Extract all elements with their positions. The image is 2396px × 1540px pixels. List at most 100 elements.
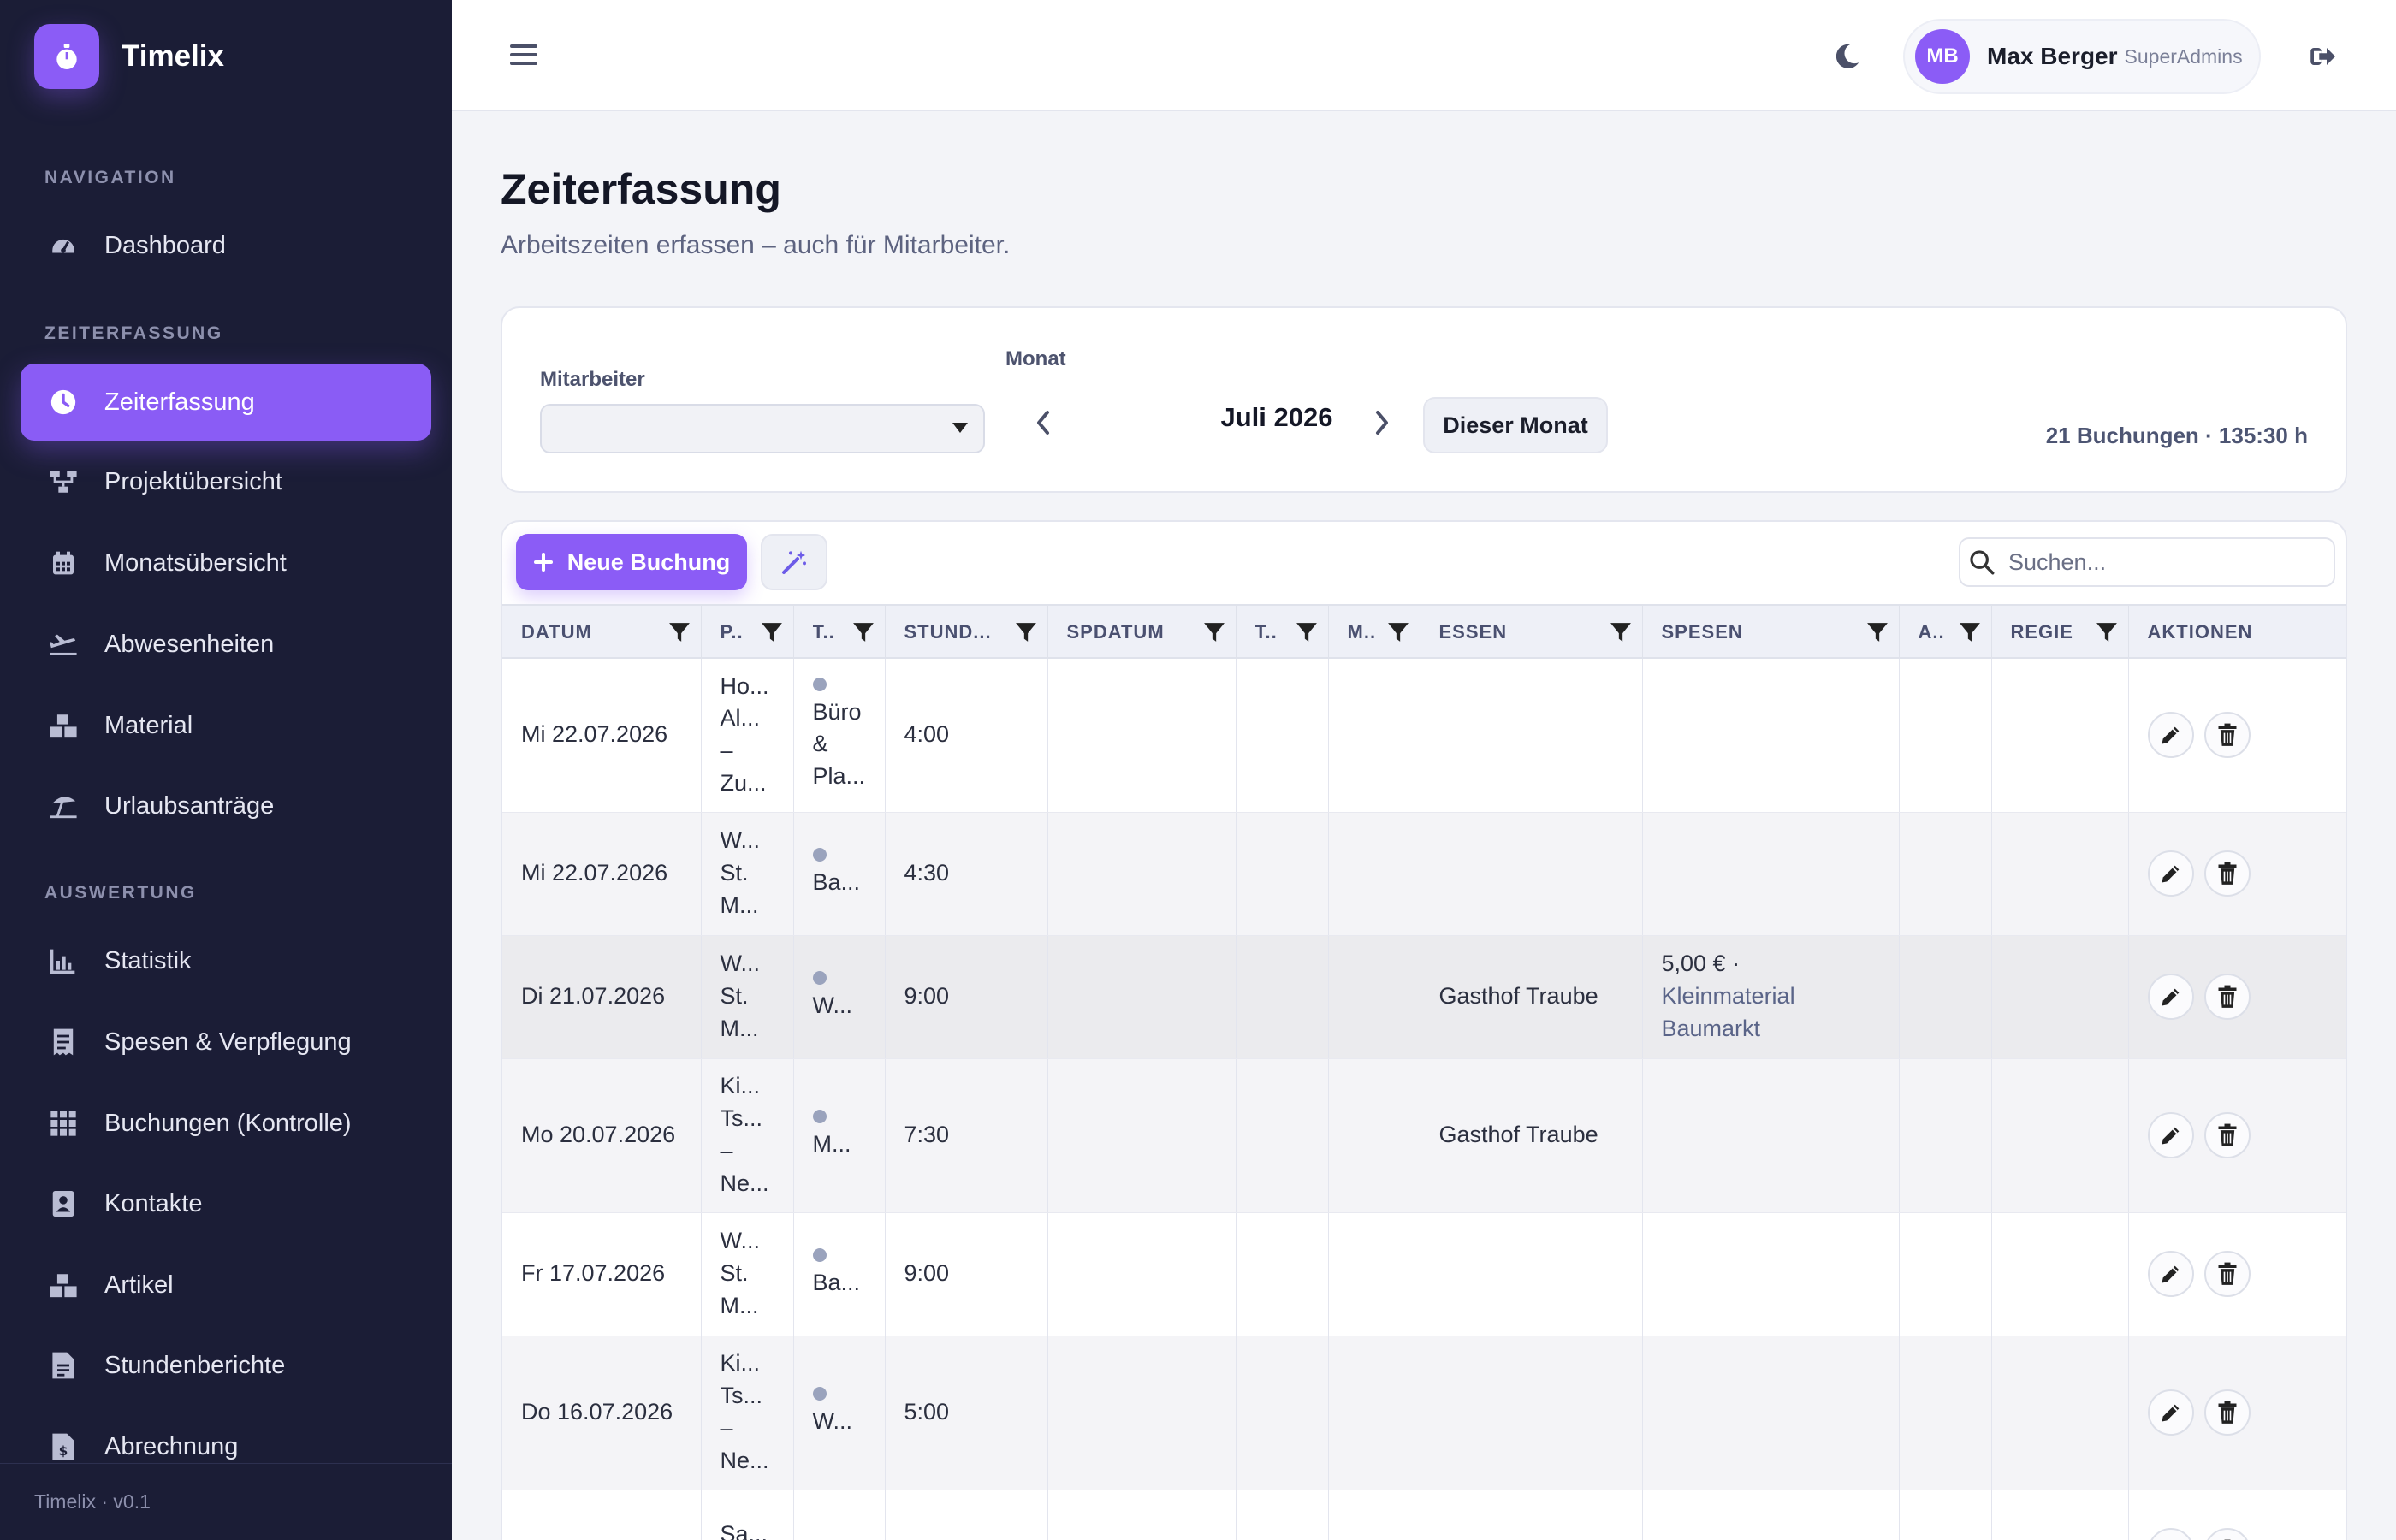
magic-wand-button[interactable] [761,534,827,590]
chevron-right-icon[interactable] [1365,404,1399,441]
date-text: Mo 20.07.2026 [521,1122,676,1148]
project-text: Ts... [720,1105,763,1132]
sidebar-item-stundenberichte[interactable]: Stundenberichte [21,1327,431,1404]
sidebar-item-projektuebersicht[interactable]: Projektübersicht [21,443,431,520]
table-row[interactable]: Do 16.07.2026Sa...F... 4:00 [502,1490,2346,1540]
expense-description: Kleinmaterial [1661,983,1795,1010]
filter-icon[interactable] [1296,621,1318,649]
brand[interactable]: Timelix [34,24,224,89]
column-header[interactable]: ESSEN [1420,604,1643,659]
cell-essen [1420,658,1643,813]
plane-icon [48,629,79,660]
cell-spesen [1642,1336,1900,1490]
cell-projekt: W... St. M... [701,1212,794,1336]
column-header[interactable]: A.. [1899,604,1992,659]
filter-icon[interactable] [2096,621,2118,649]
project-text: St. [720,983,749,1010]
user-menu[interactable]: MB Max Berger SuperAdmins [1903,19,2261,94]
sidebar-item-material[interactable]: Material [21,687,431,764]
topbar: MB Max Berger SuperAdmins [452,0,2396,111]
cell-a [1899,1336,1992,1490]
cell-datum: Fr 17.07.2026 [502,1212,702,1336]
delete-button[interactable] [2203,850,2251,897]
delete-button[interactable] [2203,974,2251,1020]
cell-stunden: 4:30 [885,812,1048,936]
sidebar-item-spesen[interactable]: Spesen & Verpflegung [21,1004,431,1081]
table-row[interactable]: Di 21.07.2026 W... St. M... W... 9:00 Gasthof … [502,935,2346,1059]
filter-icon[interactable] [1015,621,1037,649]
edit-button[interactable] [2147,850,2194,897]
hours-text: 9:00 [904,1260,950,1287]
sidebar-item-zeiterfassung[interactable]: Zeiterfassung [21,364,431,441]
cell-a [1899,658,1992,813]
hamburger-icon[interactable] [507,38,541,72]
delete-button[interactable] [2203,1112,2251,1158]
edit-button[interactable] [2147,1251,2194,1297]
cell-stunden: 7:30 [885,1058,1048,1213]
delete-button[interactable] [2203,1389,2251,1436]
edit-button[interactable] [2147,712,2194,759]
table-row[interactable]: Mi 22.07.2026 Ho... Al... – Zu... Büro & Pla...… [502,658,2346,813]
cell-spesen: 5,00 € · Kleinmaterial Baumarkt [1642,935,1900,1059]
this-month-button[interactable]: Dieser Monat [1423,397,1608,453]
row-actions [2147,1528,2340,1540]
column-header[interactable]: P.. [701,604,794,659]
column-header[interactable]: M.. [1328,604,1420,659]
cell-regie [1991,1212,2129,1336]
filter-icon[interactable] [668,621,691,649]
filter-icon[interactable] [1959,621,1981,649]
logout-icon[interactable] [2304,38,2341,75]
new-booking-button[interactable]: Neue Buchung [516,534,747,590]
column-header[interactable]: SPESEN [1642,604,1900,659]
chevron-left-icon[interactable] [1026,404,1060,441]
delete-button[interactable] [2203,1528,2251,1540]
cell-taetigkeit: Ba... [793,1212,886,1336]
sidebar-item-kontakte[interactable]: Kontakte [21,1165,431,1242]
column-header[interactable]: REGIE [1991,604,2129,659]
column-header[interactable]: SPDATUM [1047,604,1237,659]
column-header[interactable]: T.. [1236,604,1329,659]
edit-button[interactable] [2147,1389,2194,1436]
sidebar-item-urlaubsantraege[interactable]: Urlaubsanträge [21,767,431,844]
edit-button[interactable] [2147,974,2194,1020]
cell-spesen [1642,812,1900,936]
column-header[interactable]: DATUM [502,604,702,659]
edit-button[interactable] [2147,1528,2194,1540]
sidebar-item-statistik[interactable]: Statistik [21,922,431,999]
filter-icon[interactable] [1387,621,1409,649]
table-row[interactable]: Do 16.07.2026 Ki... Ts... – Ne... W... 5:00 [502,1336,2346,1490]
employee-select[interactable] [540,404,985,453]
cell-aktionen [2128,658,2346,813]
hours-text: 4:00 [904,721,950,748]
filter-icon[interactable] [852,621,875,649]
activity-text: Pla... [812,763,866,790]
employee-label: Mitarbeiter [540,368,645,391]
sidebar-item-label: Abrechnung [104,1432,239,1460]
search-box[interactable] [1959,537,2335,587]
date-text: Mi 22.07.2026 [521,860,668,886]
edit-button[interactable] [2147,1112,2194,1158]
column-header[interactable]: STUND... [885,604,1048,659]
table-row[interactable]: Fr 17.07.2026 W... St. M... Ba... 9:00 [502,1212,2346,1336]
column-header[interactable]: T.. [793,604,886,659]
sidebar-item-label: Spesen & Verpflegung [104,1028,352,1056]
filter-icon[interactable] [761,621,783,649]
delete-button[interactable] [2203,1251,2251,1297]
search-input[interactable] [2008,548,2316,576]
sidebar-item-artikel[interactable]: Artikel [21,1247,431,1324]
sidebar-item-abwesenheiten[interactable]: Abwesenheiten [21,606,431,683]
cell-taetigkeit: M... [793,1058,886,1213]
sidebar-item-monatsuebersicht[interactable]: Monatsübersicht [21,524,431,601]
activity-text: W... [812,1408,853,1435]
table-row[interactable]: Mi 22.07.2026 W... St. M... Ba... 4:30 [502,812,2346,936]
sidebar-item-buchungen-kontrolle[interactable]: Buchungen (Kontrolle) [21,1085,431,1162]
filter-icon[interactable] [1610,621,1632,649]
page-subtitle: Arbeitszeiten erfassen – auch für Mitarb… [501,231,1011,259]
delete-button[interactable] [2203,712,2251,759]
moon-icon[interactable] [1828,38,1865,75]
row-actions [2147,850,2340,897]
sidebar-item-dashboard[interactable]: Dashboard [21,207,431,284]
filter-icon[interactable] [1203,621,1225,649]
filter-icon[interactable] [1866,621,1889,649]
table-row[interactable]: Mo 20.07.2026 Ki... Ts... – Ne... M... 7:30 Gas… [502,1058,2346,1213]
